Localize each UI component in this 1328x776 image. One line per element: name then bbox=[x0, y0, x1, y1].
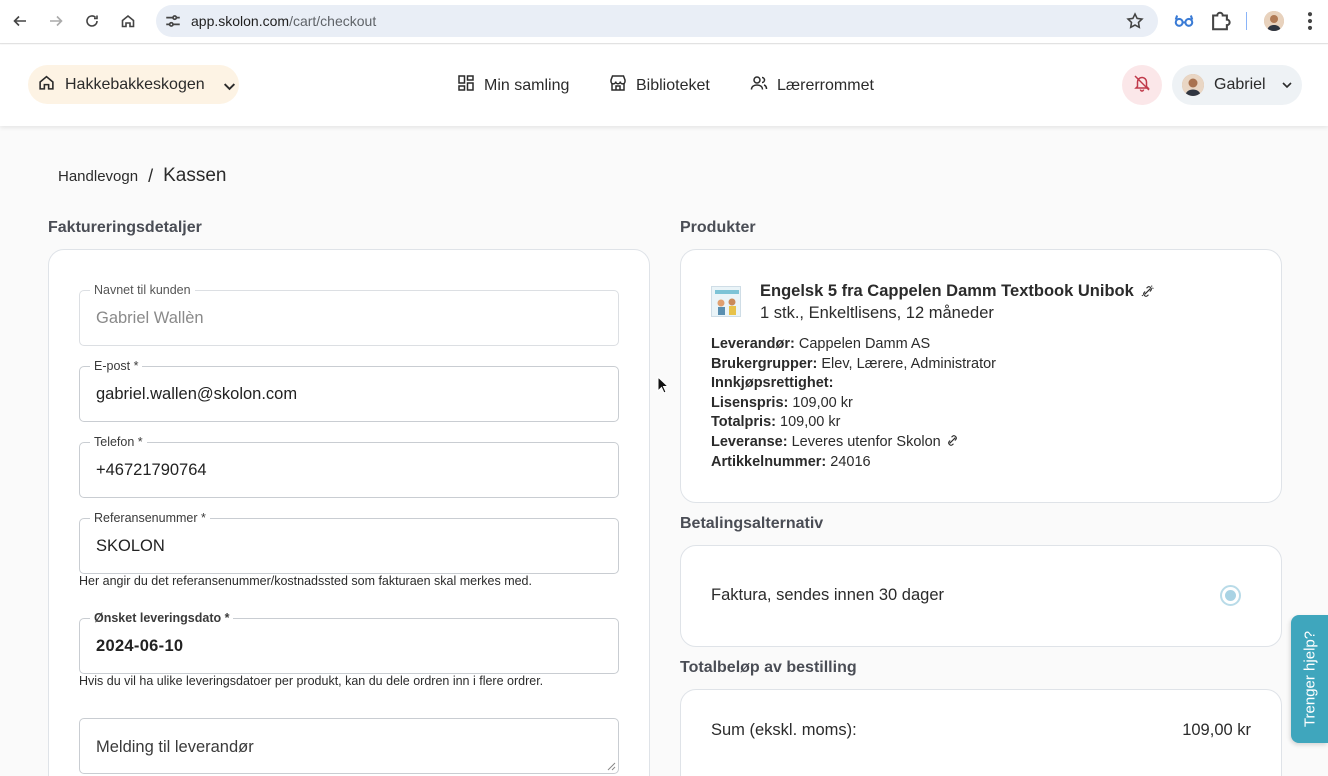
article-number-line: Artikkelnummer: 24016 bbox=[711, 453, 871, 470]
supplier-message-textarea[interactable]: Melding til leverandør bbox=[79, 718, 619, 774]
user-menu[interactable]: Gabriel bbox=[1172, 65, 1302, 105]
field-label: Ønsket leveringsdato * bbox=[90, 611, 234, 625]
school-name: Hakkebakkeskogen bbox=[65, 75, 205, 93]
mouse-cursor-icon bbox=[657, 376, 669, 394]
reload-icon[interactable] bbox=[79, 8, 105, 34]
nav-laererrommet[interactable]: Lærerrommet bbox=[750, 74, 874, 97]
store-icon bbox=[609, 74, 627, 97]
site-settings-icon[interactable] bbox=[164, 12, 182, 30]
nav-min-samling[interactable]: Min samling bbox=[457, 74, 569, 97]
field-value: gabriel.wallen@skolon.com bbox=[96, 385, 298, 403]
delivery-date-helper-text: Hvis du vil ha ulike leveringsdatoer per… bbox=[79, 674, 544, 688]
field-value: 2024-06-10 bbox=[96, 637, 184, 655]
help-tab-label: Trenger hjelp? bbox=[1301, 630, 1318, 728]
customer-name-field[interactable]: Navnet til kunden Gabriel Wallèn bbox=[79, 283, 619, 346]
toolbar-divider bbox=[1246, 12, 1247, 30]
breadcrumb-separator: / bbox=[148, 165, 154, 186]
school-selector[interactable]: Hakkebakkeskogen bbox=[28, 65, 239, 104]
breadcrumb-current: Kassen bbox=[163, 165, 227, 186]
field-label: Navnet til kunden bbox=[90, 283, 195, 297]
grid-icon bbox=[457, 74, 475, 97]
nav-label: Biblioteket bbox=[636, 76, 710, 94]
chevron-down-icon bbox=[1280, 78, 1294, 92]
back-arrow-icon[interactable] bbox=[7, 8, 33, 34]
external-link-icon bbox=[1141, 285, 1154, 297]
email-field[interactable]: E-post * gabriel.wallen@skolon.com bbox=[79, 359, 619, 422]
nav-biblioteket[interactable]: Biblioteket bbox=[609, 74, 710, 97]
delivery-line: Leveranse: Leveres utenfor Skolon bbox=[711, 433, 996, 453]
delivery-date-field[interactable]: Ønsket leveringsdato * 2024-06-10 bbox=[79, 611, 619, 674]
supplier-line: Leverandør: Cappelen Damm AS bbox=[711, 336, 931, 352]
profile-avatar[interactable] bbox=[1264, 11, 1284, 31]
nav-label: Min samling bbox=[484, 76, 570, 94]
extension-glasses-icon[interactable] bbox=[1173, 10, 1195, 32]
product-subtitle: 1 stk., Enkeltlisens, 12 måneder bbox=[760, 304, 994, 322]
sum-value: 109,00 kr bbox=[1182, 721, 1251, 739]
payment-title: Betalingsalternativ bbox=[680, 515, 824, 532]
purchase-rights-line: Innkjøpsrettighet: bbox=[711, 375, 834, 392]
resize-handle-icon[interactable] bbox=[607, 762, 616, 771]
breadcrumb-cart-link[interactable]: Handlevogn bbox=[58, 168, 138, 185]
url-text: app.skolon.com/cart/checkout bbox=[191, 13, 377, 29]
notifications-button[interactable] bbox=[1122, 65, 1162, 105]
products-title: Produkter bbox=[680, 219, 756, 236]
chevron-down-icon bbox=[221, 78, 235, 92]
bookmark-star-icon[interactable] bbox=[1126, 12, 1144, 30]
house-icon bbox=[38, 74, 55, 96]
payment-option-radio[interactable] bbox=[1220, 585, 1241, 606]
breadcrumb: Handlevogn / Kassen bbox=[58, 165, 226, 187]
external-link-icon bbox=[947, 435, 957, 446]
field-label: Telefon * bbox=[90, 435, 147, 449]
license-price-line: Lisenspris: 109,00 kr bbox=[711, 394, 853, 411]
user-name: Gabriel bbox=[1214, 76, 1266, 93]
product-thumbnail bbox=[711, 286, 741, 317]
sum-label: Sum (ekskl. moms): bbox=[711, 721, 857, 739]
field-label: Referansenummer * bbox=[90, 511, 210, 525]
usergroups-line: Brukergrupper: Elev, Lærere, Administrat… bbox=[711, 355, 996, 372]
reference-field[interactable]: Referansenummer * SKOLON bbox=[79, 511, 619, 574]
field-value: +46721790764 bbox=[96, 461, 207, 479]
address-bar[interactable]: app.skolon.com/cart/checkout bbox=[156, 5, 1158, 37]
field-value: Gabriel Wallèn bbox=[96, 309, 204, 327]
home-icon[interactable] bbox=[115, 8, 141, 34]
forward-arrow-icon[interactable] bbox=[43, 8, 69, 34]
help-tab-button[interactable]: Trenger hjelp? bbox=[1291, 615, 1328, 743]
total-price-line: Totalpris: 109,00 kr bbox=[711, 414, 841, 431]
browser-menu-icon[interactable] bbox=[1299, 10, 1321, 32]
app-header: Hakkebakkeskogen Min samling Biblioteket… bbox=[0, 45, 1328, 126]
payment-option-label: Faktura, sendes innen 30 dager bbox=[711, 586, 944, 604]
textarea-placeholder: Melding til leverandør bbox=[96, 738, 254, 756]
users-icon bbox=[750, 74, 768, 97]
phone-field[interactable]: Telefon * +46721790764 bbox=[79, 435, 619, 498]
total-title: Totalbeløp av bestilling bbox=[680, 659, 857, 676]
field-label: E-post * bbox=[90, 359, 143, 373]
avatar bbox=[1182, 74, 1204, 96]
extensions-puzzle-icon[interactable] bbox=[1209, 10, 1231, 32]
product-name[interactable]: Engelsk 5 fra Cappelen Damm Textbook Uni… bbox=[760, 282, 1155, 301]
product-details: Leverandør: Cappelen Damm AS Brukergrupp… bbox=[711, 335, 996, 472]
browser-toolbar: app.skolon.com/cart/checkout bbox=[0, 0, 1328, 44]
nav-label: Lærerrommet bbox=[777, 76, 874, 94]
reference-helper-text: Her angir du det referansenummer/kostnad… bbox=[79, 574, 532, 588]
billing-title: Faktureringsdetaljer bbox=[48, 219, 202, 236]
field-value: SKOLON bbox=[96, 537, 165, 555]
bell-icon bbox=[1133, 74, 1151, 97]
